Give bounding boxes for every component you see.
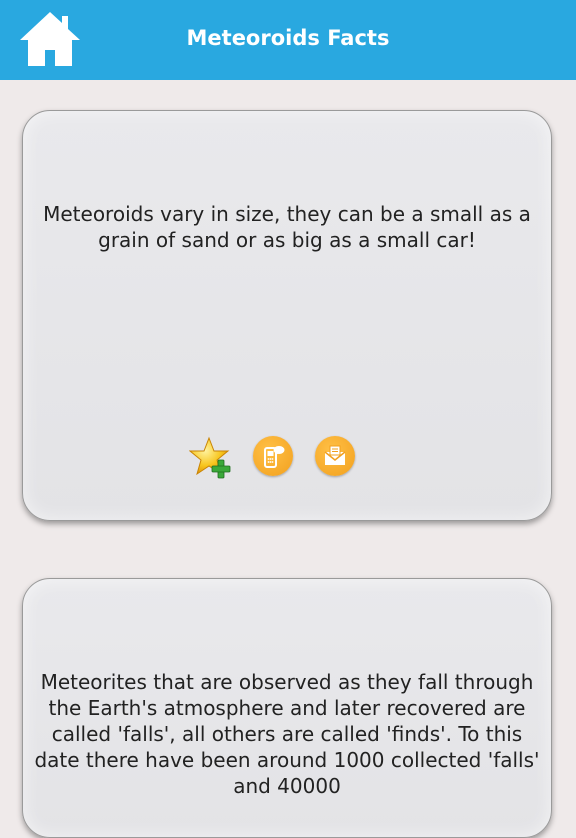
add-favorite-icon [188, 436, 231, 479]
fact-card: Meteoroids vary in size, they can be a s… [22, 110, 552, 521]
fact-text: Meteoroids vary in size, they can be a s… [43, 202, 531, 252]
top-bar: Meteoroids Facts [0, 0, 576, 80]
email-icon [315, 436, 355, 476]
page-title: Meteoroids Facts [186, 26, 390, 50]
fact-card: Meteorites that are observed as they fal… [22, 578, 552, 838]
add-favorite-button[interactable] [188, 436, 231, 479]
sms-button[interactable] [253, 436, 295, 478]
fact-text: Meteorites that are observed as they fal… [34, 670, 540, 798]
fact-actions [23, 436, 551, 480]
email-button[interactable] [315, 436, 357, 478]
sms-phone-icon [253, 436, 293, 476]
